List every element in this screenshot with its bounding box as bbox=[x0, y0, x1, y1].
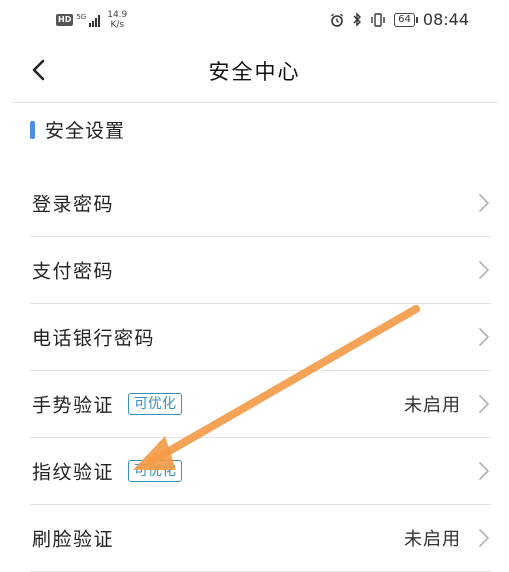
section-title: 安全设置 bbox=[45, 120, 126, 142]
network-speed: 14.9 K/s bbox=[107, 10, 127, 30]
bluetooth-icon bbox=[353, 12, 362, 27]
nav-divider bbox=[12, 102, 497, 103]
row-label: 手势验证 bbox=[32, 394, 115, 417]
list-item-face-verification[interactable]: 刷脸验证 未启用 bbox=[30, 505, 491, 572]
status-bar: HD 5G 14.9 K/s 64 08:44 bbox=[0, 0, 509, 42]
chevron-right-icon bbox=[479, 194, 489, 212]
settings-list: 登录密码 支付密码 电话银行密码 手势验证 可优化 未启用 指纹验证 可优化 刷… bbox=[30, 170, 491, 572]
status-left: HD 5G 14.9 K/s bbox=[56, 10, 127, 30]
list-item-payment-password[interactable]: 支付密码 bbox=[30, 237, 491, 304]
chevron-right-icon bbox=[479, 462, 489, 480]
signal-icon bbox=[89, 14, 101, 27]
section-accent-bar bbox=[30, 120, 35, 139]
chevron-right-icon bbox=[479, 261, 489, 279]
row-label: 登录密码 bbox=[32, 193, 115, 216]
row-status: 未启用 bbox=[404, 395, 461, 416]
hd-badge: HD bbox=[56, 14, 74, 26]
row-status: 未启用 bbox=[404, 529, 461, 550]
page-title: 安全中心 bbox=[208, 60, 301, 84]
section-header: 安全设置 bbox=[30, 116, 125, 143]
alarm-icon bbox=[331, 13, 344, 27]
list-item-fingerprint-verification[interactable]: 指纹验证 可优化 bbox=[30, 438, 491, 505]
list-item-phone-banking-password[interactable]: 电话银行密码 bbox=[30, 304, 491, 371]
optimizable-badge: 可优化 bbox=[128, 460, 182, 482]
optimizable-badge: 可优化 bbox=[128, 393, 182, 415]
battery-icon: 64 bbox=[394, 12, 418, 27]
list-item-gesture-verification[interactable]: 手势验证 可优化 未启用 bbox=[30, 371, 491, 438]
row-label: 刷脸验证 bbox=[32, 528, 115, 551]
chevron-right-icon bbox=[479, 328, 489, 346]
row-label: 支付密码 bbox=[32, 260, 115, 283]
row-label: 指纹验证 bbox=[32, 461, 115, 484]
chevron-right-icon bbox=[479, 395, 489, 413]
network-type: 5G bbox=[76, 13, 87, 21]
speed-value: 14.9 bbox=[107, 10, 128, 20]
list-item-login-password[interactable]: 登录密码 bbox=[30, 170, 491, 237]
nav-bar: 安全中心 bbox=[0, 42, 509, 98]
vibrate-icon bbox=[371, 12, 385, 27]
speed-unit: K/s bbox=[110, 20, 125, 30]
clock: 08:44 bbox=[422, 10, 469, 29]
chevron-right-icon bbox=[479, 529, 489, 547]
row-label: 电话银行密码 bbox=[32, 327, 156, 350]
status-right: 64 08:44 bbox=[330, 10, 469, 29]
